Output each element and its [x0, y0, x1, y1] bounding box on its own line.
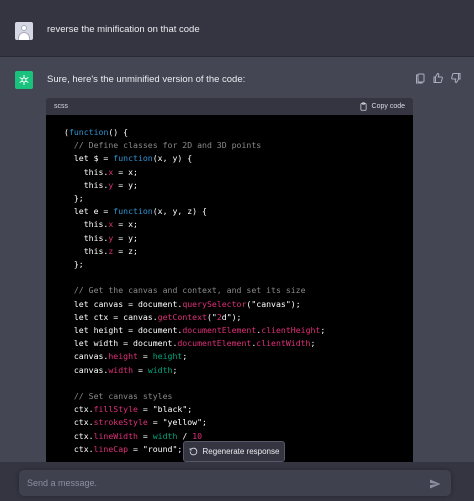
openai-logo-icon — [19, 75, 29, 85]
code-line: }; — [64, 193, 84, 204]
copy-code-button[interactable]: Copy code — [359, 102, 405, 111]
code-line: this.y = y; — [64, 179, 138, 190]
code-line: canvas.height = height; — [64, 351, 188, 362]
code-line: let height = document.documentElement.cl… — [64, 325, 326, 336]
clipboard-icon — [360, 102, 367, 111]
assistant-intro-text: Sure, here's the unminified version of t… — [47, 74, 246, 85]
user-message-text: reverse the minification on that code — [47, 24, 200, 35]
code-line: ctx.strokeStyle = "yellow"; — [64, 417, 207, 428]
thumbs-up-icon[interactable] — [432, 71, 444, 83]
copy-code-label: Copy code — [371, 103, 405, 110]
code-line: let e = function(x, y, z) { — [64, 206, 207, 217]
code-line: this.y = y; — [64, 232, 138, 243]
code-line: // Set canvas styles — [64, 391, 173, 402]
code-line: ​ — [64, 377, 413, 390]
copy-icon[interactable] — [414, 71, 426, 84]
code-line: // Define classes for 2D and 3D points — [64, 140, 262, 151]
code-line: ctx.fillStyle = "black"; — [64, 404, 193, 415]
code-content: (function() { // Define classes for 2D a… — [46, 115, 413, 456]
code-block: scss Copy code (function() { // Define c… — [46, 98, 413, 478]
message-actions — [414, 71, 462, 84]
code-language-label: scss — [54, 103, 68, 110]
code-line: let ctx = canvas.getContext("2d"); — [64, 311, 242, 322]
code-line: let canvas = document.querySelector("can… — [64, 298, 301, 309]
send-icon[interactable] — [429, 477, 441, 489]
code-line: // Get the canvas and context, and set i… — [64, 285, 306, 296]
message-input-box — [19, 470, 451, 496]
code-line: ​ — [64, 271, 413, 284]
code-line: (function() { — [64, 127, 129, 137]
code-line: let $ = function(x, y) { — [64, 153, 193, 164]
assistant-message-row: Sure, here's the unminified version of t… — [0, 57, 474, 501]
code-line: this.x = x; — [64, 219, 138, 230]
code-line: let width = document.documentElement.cli… — [64, 338, 316, 349]
message-input[interactable] — [27, 476, 417, 490]
user-message-row: reverse the minification on that code — [0, 0, 474, 57]
regenerate-label: Regenerate response — [202, 447, 280, 456]
user-avatar — [15, 22, 33, 40]
code-line: }; — [64, 259, 84, 270]
code-line: this.z = z; — [64, 245, 138, 256]
regenerate-response-button[interactable]: Regenerate response — [183, 441, 285, 462]
code-header: scss Copy code — [46, 98, 413, 115]
thumbs-down-icon[interactable] — [450, 71, 462, 84]
code-line: canvas.width = width; — [64, 364, 178, 375]
refresh-icon — [189, 447, 197, 456]
code-line: this.x = x; — [64, 166, 138, 177]
assistant-avatar — [15, 71, 33, 89]
